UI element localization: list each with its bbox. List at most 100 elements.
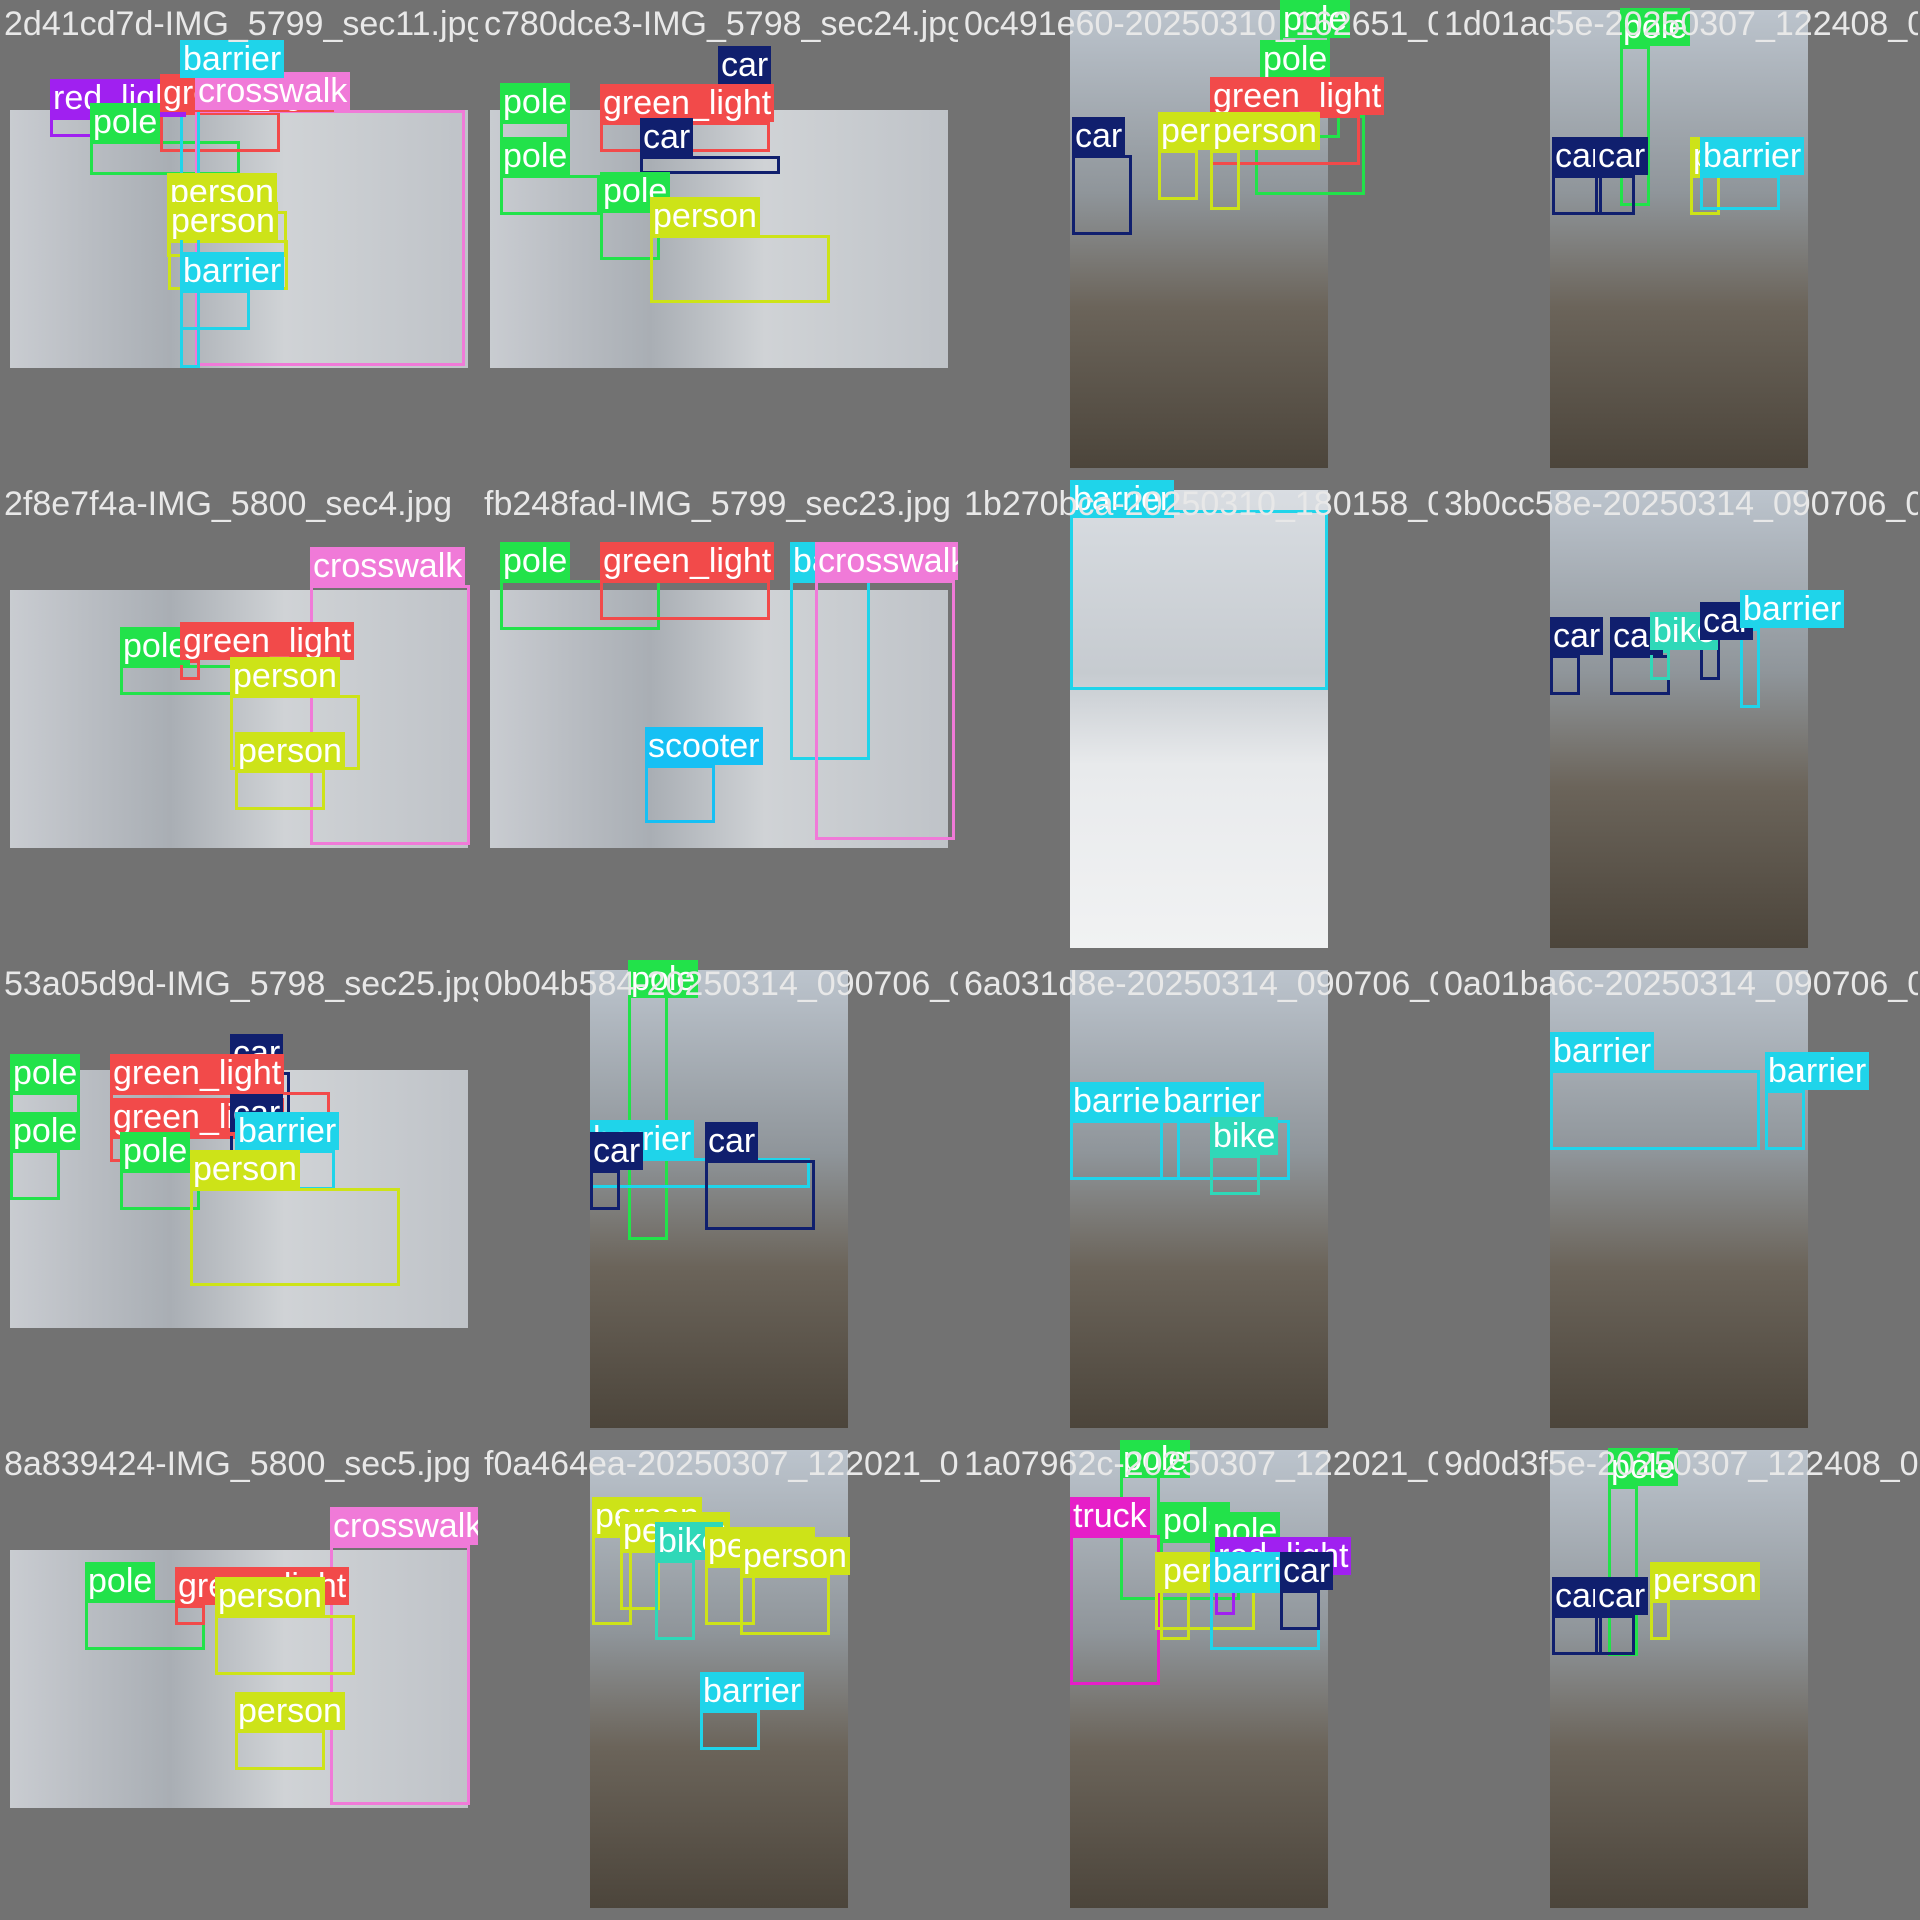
- bbox-label: barrier: [1700, 137, 1805, 175]
- tile: 0a01ba6c-20250314_090706_001_sec3.jpgbar…: [1440, 960, 1918, 1438]
- tile: 1b270bca-20250310_180158_001_sec2.jpgbar…: [960, 480, 1438, 958]
- photo: [1550, 490, 1808, 948]
- tile-title: 1a07962c-20250307_122021_001_sec4.jpg: [964, 1445, 1438, 1483]
- bbox-bike: [655, 1560, 695, 1640]
- bbox-car: [1595, 1615, 1635, 1655]
- bbox-pole: [628, 970, 668, 1240]
- bbox-pole: [500, 175, 600, 215]
- tile: 0b04b584-20250314_090706_001_sec5.jpgpol…: [480, 960, 958, 1438]
- bbox-label: barrier: [1550, 1032, 1655, 1070]
- bbox-label: green_light: [180, 622, 355, 660]
- bbox-label: pole: [85, 1562, 156, 1600]
- bbox-pole: [120, 1170, 200, 1210]
- bbox-label: pole: [500, 83, 571, 121]
- bbox-person: [235, 770, 325, 810]
- bbox-green-light: [600, 580, 770, 620]
- bbox-person: [650, 235, 830, 303]
- photo: [1550, 1450, 1808, 1908]
- bbox-car: [1280, 1590, 1320, 1630]
- bbox-label: person: [190, 1150, 300, 1188]
- tile-title: 2d41cd7d-IMG_5799_sec11.jpg: [4, 5, 478, 43]
- bbox-person: [1650, 1600, 1670, 1640]
- tile: 3b0cc58e-20250314_090706_001_sec1.jpgcar…: [1440, 480, 1918, 958]
- bbox-label: person: [1650, 1562, 1760, 1600]
- tile: fb248fad-IMG_5799_sec23.jpg pole green_lig…: [480, 480, 958, 958]
- bbox-label: person: [1210, 112, 1320, 150]
- bbox-person: [235, 1730, 325, 1770]
- bbox-person: [190, 1188, 400, 1286]
- bbox-bike: [1210, 1155, 1260, 1195]
- photo: [1070, 970, 1328, 1428]
- photo: [1550, 10, 1808, 468]
- tile: 2d41cd7d-IMG_5799_sec11.jpg red_light pole…: [0, 0, 478, 478]
- bbox-label: barrier: [700, 1672, 805, 1710]
- bbox-label: car: [1280, 1552, 1334, 1590]
- bbox-label: car: [1072, 117, 1126, 155]
- bbox-label: pole: [1260, 40, 1331, 78]
- bbox-label: pole: [90, 103, 161, 141]
- bbox-label: person: [235, 1692, 345, 1730]
- bbox-label: car: [590, 1132, 644, 1170]
- bbox-crosswalk: [815, 580, 955, 840]
- bbox-label: pole: [10, 1054, 81, 1092]
- bbox-label: crosswalk: [815, 542, 958, 580]
- bbox-label: barrier: [235, 1112, 340, 1150]
- bbox-label: scooter: [645, 727, 763, 765]
- bbox-label: pole: [500, 542, 571, 580]
- bbox-pole: [10, 1150, 60, 1200]
- bbox-person: [1210, 150, 1240, 210]
- tile-title: 1b270bca-20250310_180158_001_sec2.jpg: [964, 485, 1438, 523]
- tile-title: 53a05d9d-IMG_5798_sec25.jpg: [4, 965, 478, 1003]
- bbox-barrier: [1550, 1070, 1760, 1150]
- bbox-label: crosswalk: [330, 1507, 478, 1545]
- bbox-label: barrier: [1160, 1082, 1265, 1120]
- bbox-barrier: [1740, 628, 1760, 708]
- tile-title: fb248fad-IMG_5799_sec23.jpg: [484, 485, 951, 523]
- tile: f0a464ea-20250307_122021_001_sec3.jpgper…: [480, 1440, 958, 1918]
- bbox-car: [1595, 175, 1635, 215]
- bbox-person: [1160, 1590, 1190, 1640]
- bbox-person: [620, 1550, 660, 1610]
- bbox-car: [1550, 655, 1580, 695]
- tile: 0c491e60-20250310_162651_001_sec2.jpgpol…: [960, 0, 1438, 478]
- tile: 6a031d8e-20250314_090706_001_sec4.jpgbar…: [960, 960, 1438, 1438]
- bbox-green-light: [175, 1605, 205, 1625]
- bbox-label: barrier: [1740, 590, 1845, 628]
- tile-title: 8a839424-IMG_5800_sec5.jpg: [4, 1445, 471, 1483]
- bbox-label: car: [1595, 1577, 1649, 1615]
- bbox-label: car: [640, 118, 694, 156]
- bbox-label: pole: [120, 1132, 191, 1170]
- bbox-label: crosswalk: [310, 547, 466, 585]
- bbox-label: person: [168, 202, 278, 240]
- bbox-label: barrier: [180, 252, 285, 290]
- bbox-label: barrier: [180, 40, 285, 78]
- tile: 9d0d3f5e-20250307_122408_001_sec2.jpgpol…: [1440, 1440, 1918, 1918]
- tile-title: 3b0cc58e-20250314_090706_001_sec1.jpg: [1444, 485, 1918, 523]
- mosaic-grid: 2d41cd7d-IMG_5799_sec11.jpg red_light pole…: [0, 0, 1920, 1920]
- bbox-label: car: [1550, 617, 1604, 655]
- bbox-label: person: [230, 657, 340, 695]
- bbox-car: [1072, 155, 1132, 235]
- bbox-label: pole: [500, 137, 571, 175]
- bbox-car: [705, 1160, 815, 1230]
- tile: 1d01ac5e-20250307_122408_001_sec1.jpgpol…: [1440, 0, 1918, 478]
- bbox-label: person: [235, 732, 345, 770]
- tile-title: 0c491e60-20250310_162651_001_sec2.jpg: [964, 5, 1438, 43]
- tile: 53a05d9d-IMG_5798_sec25.jpg car pole green_…: [0, 960, 478, 1438]
- bbox-person: [1158, 150, 1198, 200]
- bbox-label: car: [718, 46, 772, 84]
- tile: 1a07962c-20250307_122021_001_sec4.jpgpol…: [960, 1440, 1438, 1918]
- bbox-barrier: [1700, 175, 1780, 210]
- tile-title: 6a031d8e-20250314_090706_001_sec4.jpg: [964, 965, 1438, 1003]
- tile-title: 0b04b584-20250314_090706_001_sec5.jpg: [484, 965, 958, 1003]
- bbox-truck: [1070, 1535, 1160, 1685]
- bbox-label: barrier: [1765, 1052, 1870, 1090]
- tile-title: 0a01ba6c-20250314_090706_001_sec3.jpg: [1444, 965, 1918, 1003]
- bbox-label: bike: [1210, 1117, 1279, 1155]
- bbox-label: person: [215, 1577, 325, 1615]
- tile: 2f8e7f4a-IMG_5800_sec4.jpg crosswalk pole g…: [0, 480, 478, 958]
- bbox-barrier: [1765, 1090, 1805, 1150]
- bbox-label: green_light: [110, 1054, 285, 1092]
- tile-title: f0a464ea-20250307_122021_001_sec3.jpg: [484, 1445, 958, 1483]
- tile-title: 1d01ac5e-20250307_122408_001_sec1.jpg: [1444, 5, 1918, 43]
